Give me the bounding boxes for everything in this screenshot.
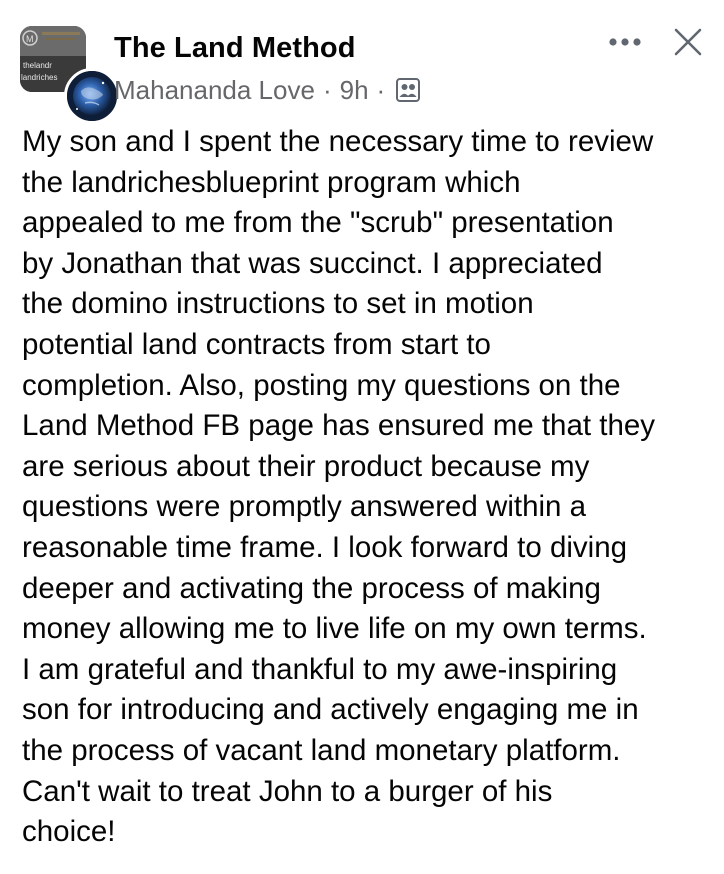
post-header: M thelandr landriches The Land Method Ma… bbox=[0, 0, 724, 124]
post-body: My son and I spent the necessary time to… bbox=[22, 122, 714, 853]
post-time[interactable]: 9h bbox=[340, 75, 369, 106]
post-body-line: appealed to me from the "scrub" presenta… bbox=[22, 206, 614, 240]
post-body-line: deeper and activating the process of mak… bbox=[22, 571, 601, 605]
post-meta: Mahananda Love · 9h · bbox=[114, 74, 421, 106]
close-button[interactable] bbox=[664, 20, 712, 64]
post-body-line: the landrichesblueprint program which bbox=[22, 165, 521, 199]
post-body-line: money allowing me to live life on my own… bbox=[22, 612, 647, 646]
post-body-line: son for introducing and actively engagin… bbox=[22, 693, 639, 727]
meta-separator: · bbox=[376, 74, 386, 105]
svg-text:M: M bbox=[26, 34, 34, 44]
post-body-line: I am grateful and thankful to my awe-ins… bbox=[22, 652, 618, 686]
post-body-line: reasonable time frame. I look forward to… bbox=[22, 530, 628, 564]
user-avatar[interactable] bbox=[64, 68, 120, 124]
post-body-line: Can't wait to treat John to a burger of … bbox=[22, 774, 553, 808]
more-options-button[interactable] bbox=[602, 24, 648, 60]
post-body-line: choice! bbox=[22, 815, 116, 849]
post-body-line: the process of vacant land monetary plat… bbox=[22, 733, 621, 767]
post-body-line: questions were promptly answered within … bbox=[22, 490, 587, 524]
meta-separator: · bbox=[322, 74, 332, 105]
avatar-group[interactable]: M thelandr landriches bbox=[20, 26, 120, 124]
post-body-line: by Jonathan that was succinct. I appreci… bbox=[22, 246, 603, 280]
close-icon bbox=[674, 28, 702, 56]
post-body-line: the domino instructions to set in motion bbox=[22, 287, 534, 321]
user-avatar-image bbox=[67, 71, 117, 121]
post-body-line: potential land contracts from start to bbox=[22, 327, 491, 361]
group-avatar-text-1: thelandr bbox=[23, 61, 52, 70]
post-body-line: My son and I spent the necessary time to… bbox=[22, 125, 654, 158]
post-body-line: are serious about their product because … bbox=[22, 449, 590, 483]
more-horizontal-icon bbox=[609, 38, 641, 46]
post-body-line: completion. Also, posting my questions o… bbox=[22, 368, 621, 402]
author-name[interactable]: Mahananda Love bbox=[114, 75, 315, 106]
post-body-line: Land Method FB page has ensured me that … bbox=[22, 409, 656, 443]
group-members-icon[interactable] bbox=[395, 77, 421, 103]
group-name[interactable]: The Land Method bbox=[114, 32, 356, 65]
group-avatar-text-2: landriches bbox=[21, 73, 57, 82]
